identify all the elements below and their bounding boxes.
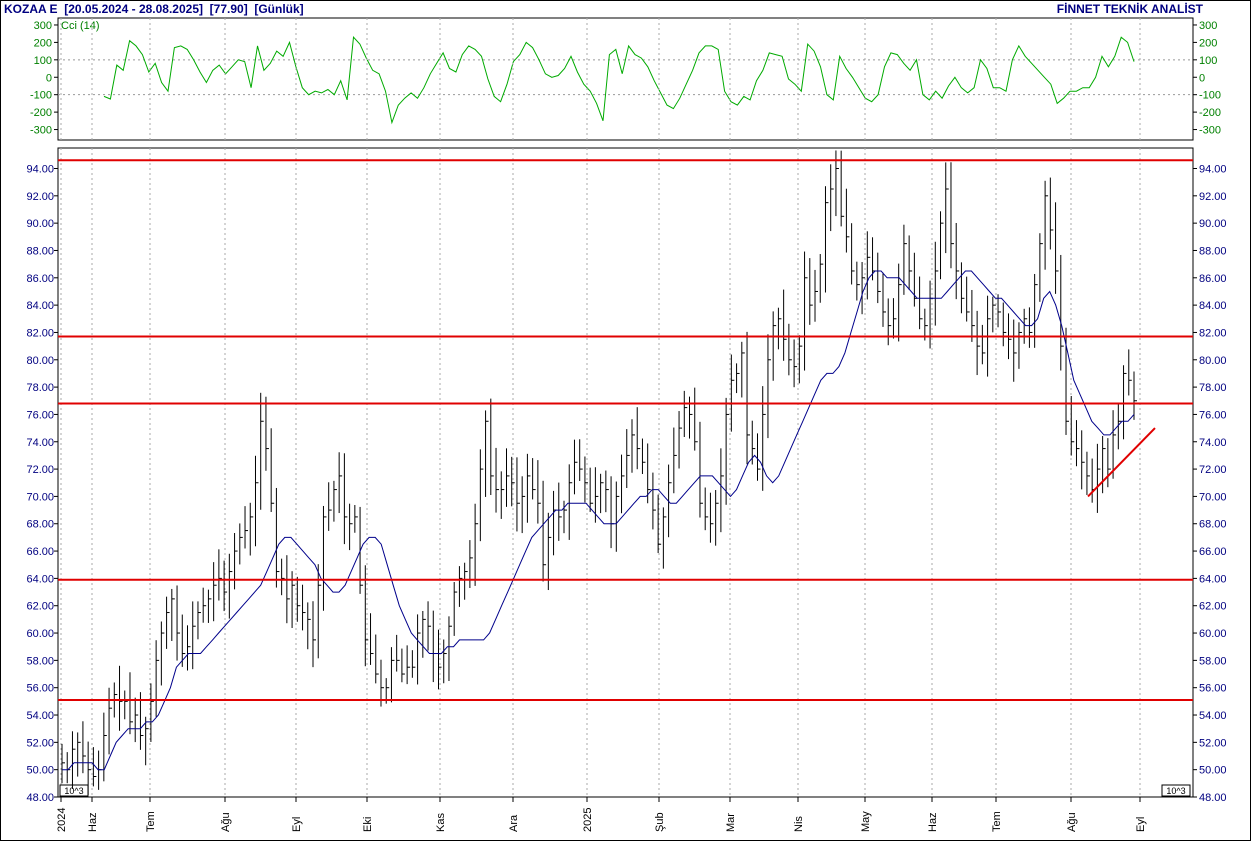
price-tick-label-right: 74.00	[1199, 437, 1227, 449]
x-axis-label: Ağu	[1066, 812, 1078, 832]
x-axis-label: Tem	[145, 811, 157, 832]
price-tick-label-left: 74.00	[26, 437, 54, 449]
price-tick-label-left: 56.00	[26, 683, 54, 695]
cci-series-label: Cci (14)	[61, 20, 100, 32]
price-tick-label-left: 64.00	[26, 573, 54, 585]
cci-tick-label-left: -300	[30, 125, 52, 137]
price-tick-label-left: 82.00	[26, 327, 54, 339]
outer-border	[0, 0, 1251, 841]
price-tick-label-left: 54.00	[26, 710, 54, 722]
price-tick-label-left: 78.00	[26, 382, 54, 394]
price-tick-label-right: 78.00	[1199, 382, 1227, 394]
x-axis-label: Eki	[362, 817, 374, 832]
price-tick-label-right: 48.00	[1199, 792, 1227, 804]
price-tick-label-left: 80.00	[26, 355, 54, 367]
cci-tick-label-right: -100	[1199, 90, 1221, 102]
x-axis-label: May	[860, 811, 872, 832]
cci-tick-label-right: 200	[1199, 37, 1217, 49]
price-tick-label-right: 82.00	[1199, 327, 1227, 339]
price-tick-label-right: 54.00	[1199, 710, 1227, 722]
price-tick-label-right: 76.00	[1199, 409, 1227, 421]
price-tick-label-left: 88.00	[26, 245, 54, 257]
price-tick-label-right: 56.00	[1199, 683, 1227, 695]
x-axis-label: Nis	[793, 816, 805, 832]
price-tick-label-left: 90.00	[26, 218, 54, 230]
cci-tick-label-right: 0	[1199, 72, 1205, 84]
price-tick-label-right: 90.00	[1199, 218, 1227, 230]
x-axis-label: Eyl	[291, 817, 303, 832]
price-tick-label-left: 62.00	[26, 601, 54, 613]
scale-note-label: 10^3	[64, 786, 83, 796]
price-tick-label-left: 60.00	[26, 628, 54, 640]
cci-tick-label-left: 0	[46, 72, 52, 84]
price-tick-label-left: 68.00	[26, 519, 54, 531]
price-tick-label-right: 50.00	[1199, 765, 1227, 777]
price-tick-label-left: 92.00	[26, 191, 54, 203]
price-tick-label-right: 66.00	[1199, 546, 1227, 558]
price-tick-label-right: 68.00	[1199, 519, 1227, 531]
x-axis-label: Haz	[927, 812, 939, 832]
price-tick-label-right: 60.00	[1199, 628, 1227, 640]
x-axis-label: Kas	[435, 813, 447, 832]
x-axis-label: Haz	[87, 812, 99, 832]
price-tick-label-left: 58.00	[26, 655, 54, 667]
price-tick-label-left: 52.00	[26, 737, 54, 749]
x-axis-label: Tem	[991, 811, 1003, 832]
cci-tick-label-left: -200	[30, 107, 52, 119]
price-tick-label-left: 84.00	[26, 300, 54, 312]
cci-tick-label-left: -100	[30, 90, 52, 102]
price-tick-label-right: 70.00	[1199, 491, 1227, 503]
x-axis-label: Ara	[508, 814, 520, 832]
chart-frame: 300 300 200 200 100 100 0 0 -100 -100 -200 -200 -300…	[0, 0, 1251, 841]
price-tick-label-left: 72.00	[26, 464, 54, 476]
cci-tick-label-left: 200	[34, 37, 52, 49]
cci-tick-label-right: 100	[1199, 55, 1217, 67]
price-tick-label-right: 88.00	[1199, 245, 1227, 257]
x-axis-label: Şub	[654, 812, 666, 832]
price-tick-label-right: 94.00	[1199, 163, 1227, 175]
scale-note-label: 10^3	[1166, 786, 1185, 796]
x-axis-label: Ağu	[220, 812, 232, 832]
price-tick-label-left: 86.00	[26, 273, 54, 285]
price-tick-label-right: 64.00	[1199, 573, 1227, 585]
price-tick-label-left: 48.00	[26, 792, 54, 804]
cci-tick-label-right: 300	[1199, 20, 1217, 32]
x-axis-label: 2025	[582, 808, 594, 832]
brand-label: FİNNET TEKNİK ANALİST	[1056, 2, 1203, 16]
price-tick-label-right: 62.00	[1199, 601, 1227, 613]
price-tick-label-right: 92.00	[1199, 191, 1227, 203]
price-tick-label-right: 58.00	[1199, 655, 1227, 667]
price-tick-label-right: 84.00	[1199, 300, 1227, 312]
price-tick-label-left: 50.00	[26, 765, 54, 777]
price-tick-label-left: 70.00	[26, 491, 54, 503]
cci-tick-label-left: 100	[34, 55, 52, 67]
price-tick-label-right: 52.00	[1199, 737, 1227, 749]
price-tick-label-left: 66.00	[26, 546, 54, 558]
x-axis-label: Mar	[725, 813, 737, 832]
cci-tick-label-right: -200	[1199, 107, 1221, 119]
cci-tick-label-right: -300	[1199, 125, 1221, 137]
price-tick-label-left: 94.00	[26, 163, 54, 175]
cci-tick-label-left: 300	[34, 20, 52, 32]
price-tick-label-left: 76.00	[26, 409, 54, 421]
x-axis-label: 2024	[56, 808, 68, 832]
price-tick-label-right: 72.00	[1199, 464, 1227, 476]
chart-title: KOZAA E [20.05.2024 - 28.08.2025] [77.90…	[4, 2, 304, 16]
price-tick-label-right: 80.00	[1199, 355, 1227, 367]
price-tick-label-right: 86.00	[1199, 273, 1227, 285]
x-axis-label: Eyl	[1135, 817, 1147, 832]
